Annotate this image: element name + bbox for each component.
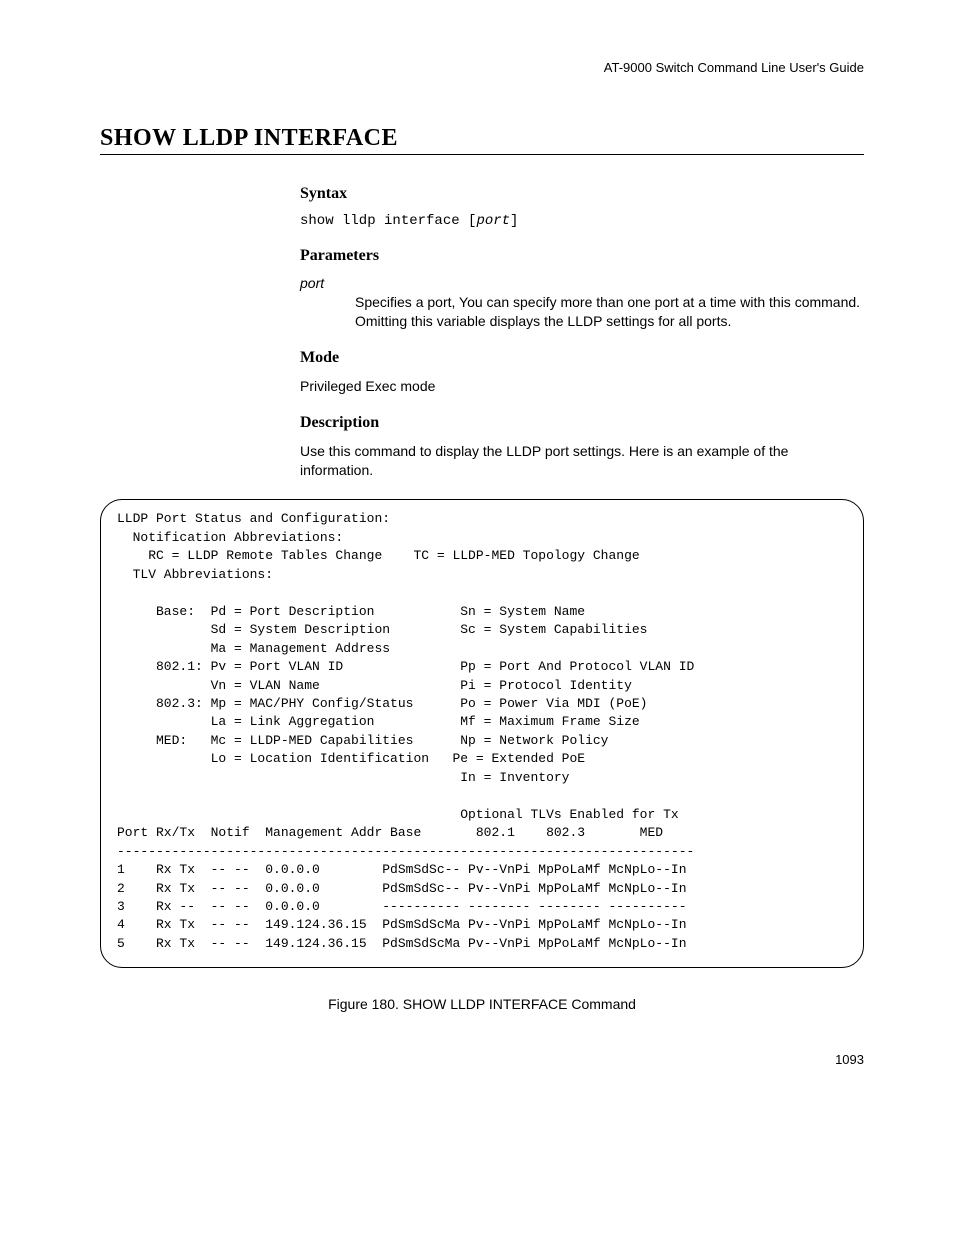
terminal-output: LLDP Port Status and Configuration: Noti…: [100, 499, 864, 968]
description-text: Use this command to display the LLDP por…: [300, 442, 864, 480]
content-block: Syntax show lldp interface [port] Parame…: [300, 185, 864, 479]
syntax-line: show lldp interface [port]: [300, 213, 864, 229]
header-guide-label: AT-9000 Switch Command Line User's Guide: [100, 60, 864, 75]
syntax-param: port: [476, 213, 510, 229]
command-title: SHOW LLDP INTERFACE: [100, 125, 864, 155]
syntax-heading: Syntax: [300, 185, 864, 203]
page-number: 1093: [100, 1052, 864, 1067]
mode-text: Privileged Exec mode: [300, 377, 864, 396]
document-page: AT-9000 Switch Command Line User's Guide…: [0, 0, 954, 1107]
mode-heading: Mode: [300, 349, 864, 367]
parameter-name: port: [300, 275, 864, 291]
description-heading: Description: [300, 414, 864, 432]
syntax-prefix: show lldp interface [: [300, 213, 476, 229]
parameter-description: Specifies a port, You can specify more t…: [355, 293, 864, 331]
syntax-suffix: ]: [510, 213, 518, 229]
parameters-heading: Parameters: [300, 247, 864, 265]
figure-caption: Figure 180. SHOW LLDP INTERFACE Command: [100, 996, 864, 1012]
